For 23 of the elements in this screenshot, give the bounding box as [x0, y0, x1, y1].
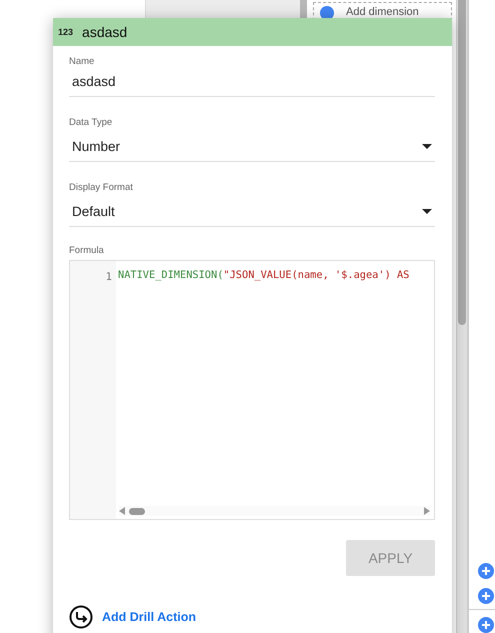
number-type-label: 123	[58, 27, 74, 37]
scroll-thumb[interactable]	[129, 508, 145, 514]
add-icon[interactable]	[478, 563, 494, 579]
add-icon[interactable]	[478, 617, 494, 633]
add-drill-action-link[interactable]: Add Drill Action	[102, 610, 196, 624]
field-label: Name	[69, 56, 96, 67]
name-field[interactable]: asdasd	[69, 67, 435, 97]
line-number: 1	[106, 271, 113, 283]
field-label: Data Type	[69, 117, 114, 128]
dialog-title: asdasd	[82, 24, 128, 40]
add-icon[interactable]	[478, 588, 494, 604]
field-label: Display Format	[69, 182, 134, 193]
formula-editor[interactable]: 1 NATIVE_DIMENSION("JSON_VALUE(name, '$.agea') AS	[69, 260, 435, 520]
caret-icon	[422, 209, 432, 214]
dropdown[interactable]: Default	[69, 197, 435, 227]
scroll-left-icon[interactable]	[119, 507, 125, 515]
scroll-right-icon[interactable]	[424, 507, 430, 515]
code-line: NATIVE_DIMENSION("JSON_VALUE(name, '$.agea') AS	[118, 269, 410, 281]
caret-icon	[422, 144, 432, 149]
dropdown[interactable]: Number	[69, 132, 435, 162]
scrollbar[interactable]	[456, 0, 468, 633]
horizontal-scrollbar[interactable]	[119, 506, 430, 516]
field-label: Formula	[69, 245, 105, 256]
